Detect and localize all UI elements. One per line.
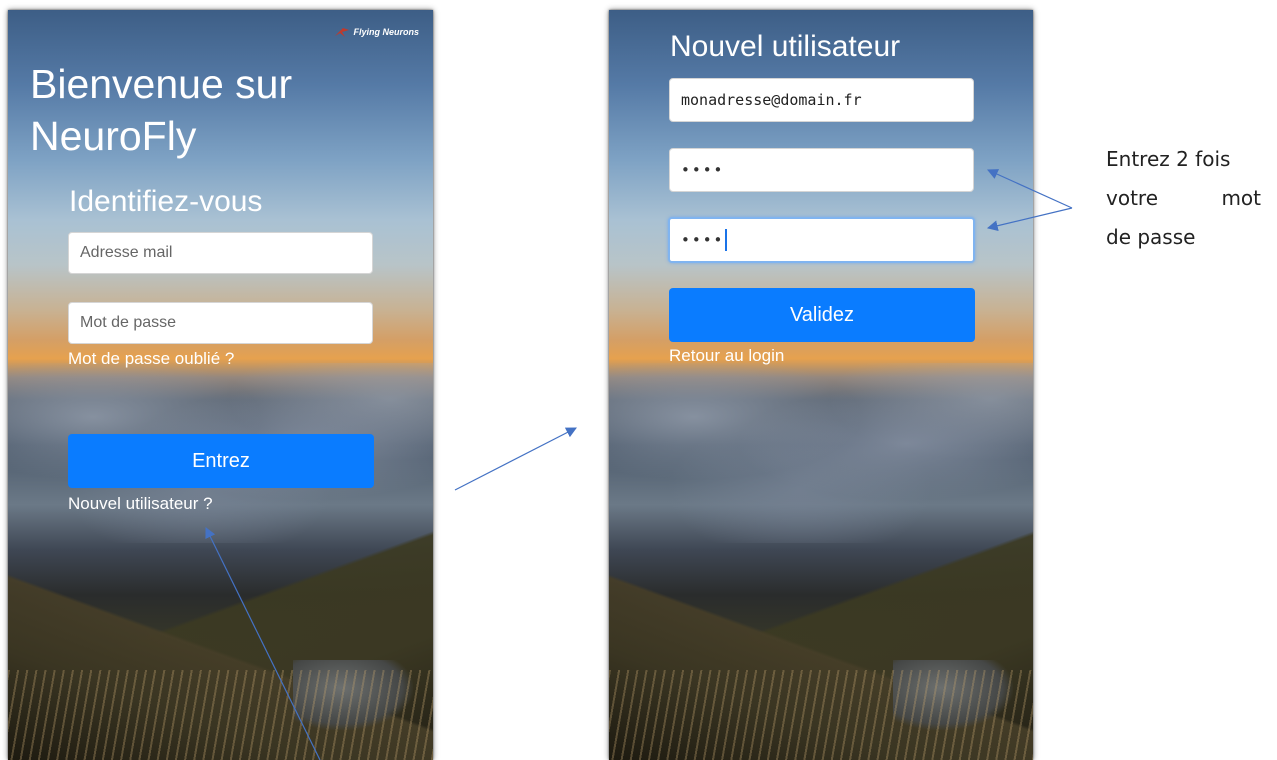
new-user-pointer-arrow [205,527,321,760]
password-arrow-2 [986,207,1073,232]
annotation-arrows [205,169,1073,760]
password-arrow-1 [987,169,1073,209]
flow-arrow [454,427,577,491]
